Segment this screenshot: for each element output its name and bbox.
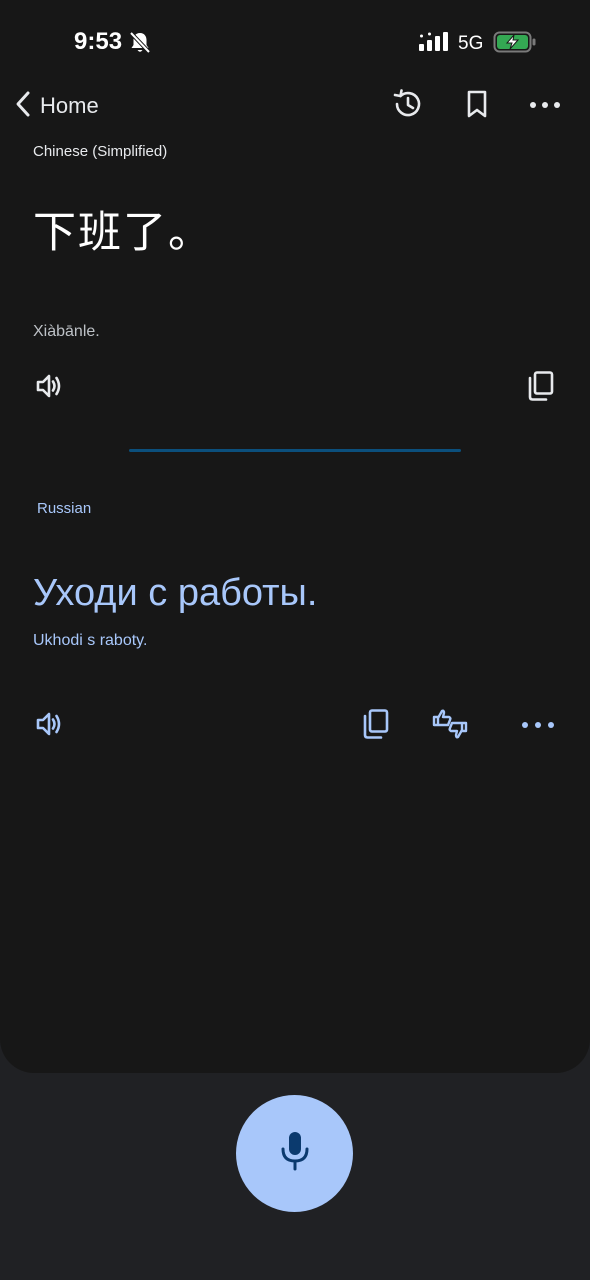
history-button[interactable] [389,88,425,124]
bell-off-icon [129,31,151,60]
network-label: 5G [458,33,484,54]
target-feedback-button[interactable] [430,706,470,746]
source-listen-button[interactable] [29,368,69,408]
back-button[interactable]: Home [14,86,99,126]
more-horizontal-icon [529,97,561,115]
feedback-icon [431,707,469,746]
signal-icon [418,31,450,58]
more-options-button[interactable] [527,88,563,124]
source-text[interactable]: 下班了。 [33,198,213,260]
source-language-label: Chinese (Simplified) [33,143,168,160]
app-header: Home [0,80,590,132]
translated-text[interactable]: Уходи с работы. [33,572,317,615]
target-copy-button[interactable] [356,706,396,746]
source-copy-button[interactable] [521,368,561,408]
target-transliteration: Ukhodi s raboty. [33,632,148,649]
speaker-icon [34,709,64,744]
microphone-icon [278,1130,312,1177]
microphone-button[interactable] [236,1095,353,1212]
translation-card: 9:53 5G Home Chinese (Simplified) 下班了。 X… [0,0,590,1073]
battery-charging-icon [493,30,537,59]
chevron-left-icon [14,90,32,123]
section-divider [129,449,461,452]
target-more-button[interactable] [518,706,558,746]
status-time: 9:53 [74,28,123,55]
target-listen-button[interactable] [29,706,69,746]
bookmark-icon [464,89,490,124]
copy-icon [362,708,390,745]
history-icon [391,88,423,125]
bookmark-button[interactable] [459,88,495,124]
more-horizontal-icon [521,717,555,735]
speaker-icon [34,371,64,406]
status-bar: 9:53 5G [0,0,590,88]
copy-icon [527,370,555,407]
source-transliteration: Xiàbānle. [33,323,100,340]
back-label: Home [40,93,99,118]
target-language-label: Russian [37,500,92,517]
